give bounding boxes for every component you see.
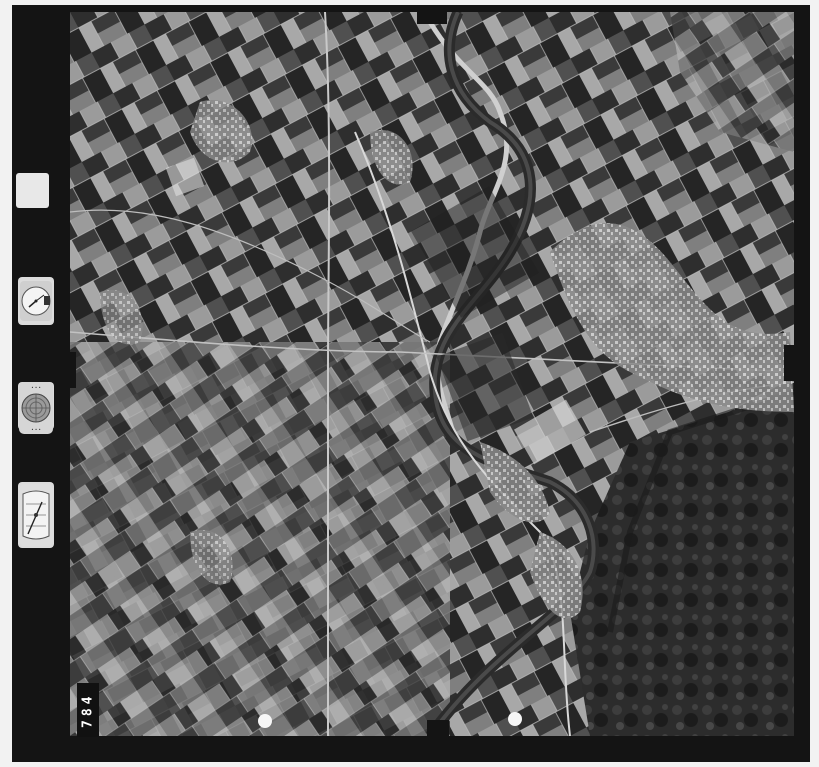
fiducial-mark-top: [417, 10, 447, 24]
instrument-strip: • • • • • •: [14, 10, 60, 755]
aerial-photo: [70, 12, 794, 736]
level-gauge-icon: [18, 482, 54, 548]
altimeter-icon: • • • • • •: [18, 382, 54, 434]
svg-text:• • •: • • •: [31, 427, 41, 432]
fiducial-mark-left: [62, 352, 76, 388]
registration-dot: [508, 712, 522, 726]
clock-icon: [18, 277, 54, 325]
registration-dot: [258, 714, 272, 728]
fiducial-mark-bottom: [427, 720, 449, 738]
frame-number: 784: [77, 683, 99, 737]
fiducial-mark-right: [784, 345, 802, 381]
svg-text:• • •: • • •: [31, 385, 41, 390]
margin-label-card: [16, 173, 49, 208]
